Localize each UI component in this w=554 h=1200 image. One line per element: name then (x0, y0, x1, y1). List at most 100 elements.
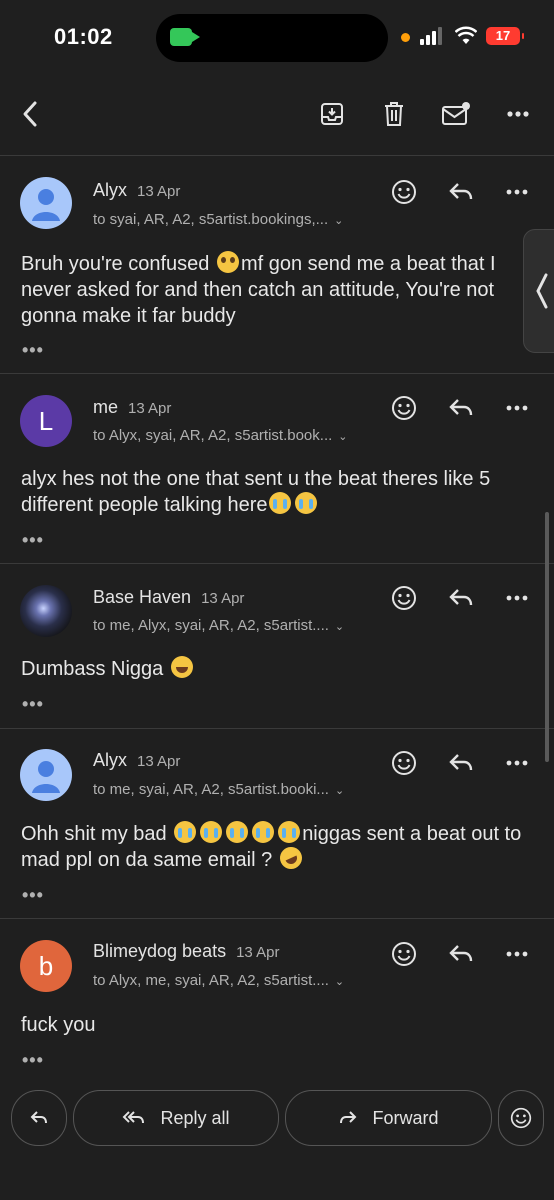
show-quoted-text-button[interactable]: ••• (22, 530, 44, 551)
mark-unread-button[interactable] (436, 94, 476, 134)
cry-emoji-icon (174, 821, 197, 843)
sender-name: Alyx (93, 750, 128, 770)
rofl-emoji-icon (276, 843, 306, 873)
status-time: 01:02 (54, 24, 113, 49)
avatar[interactable]: b (20, 940, 72, 992)
reply-all-button[interactable]: Reply all (73, 1090, 279, 1146)
recipients-toggle[interactable]: to Alyx, me, syai, AR, A2, s5artist.... ⌄ (93, 972, 344, 989)
recipients-text: to me, syai, AR, A2, s5artist.booki... (93, 781, 329, 798)
avatar[interactable] (20, 177, 72, 229)
reply-icon (449, 589, 473, 606)
reply-button[interactable] (444, 581, 478, 615)
recipients-toggle[interactable]: to syai, AR, A2, s5artist.bookings,... ⌄ (93, 211, 343, 228)
battery-indicator: 17 (486, 27, 524, 45)
email-message[interactable]: Alyx 13 Apr to syai, AR, A2, s5artist.boo… (0, 156, 554, 374)
delete-button[interactable] (374, 94, 414, 134)
back-button[interactable] (10, 94, 50, 134)
emoji-react-icon (392, 180, 416, 204)
chevron-down-icon: ⌄ (338, 431, 348, 443)
react-button[interactable] (387, 937, 421, 971)
cry-emoji-icon (200, 821, 223, 843)
message-more-button[interactable] (500, 746, 534, 780)
person-icon (32, 189, 60, 221)
email-message[interactable]: Base Haven 13 Apr to me, Alyx, syai, AR, … (0, 564, 554, 729)
message-more-button[interactable] (500, 175, 534, 209)
message-more-button[interactable] (500, 581, 534, 615)
chevron-down-icon: ⌄ (334, 976, 345, 988)
reply-button[interactable] (444, 175, 478, 209)
reply-button[interactable] (444, 937, 478, 971)
show-quoted-text-button[interactable]: ••• (22, 340, 44, 361)
archive-button[interactable] (312, 94, 352, 134)
chevron-down-icon: ⌄ (334, 621, 345, 633)
cellular-signal-icon (420, 27, 446, 45)
forward-button[interactable]: Forward (285, 1090, 492, 1146)
body-text-segment: Ohh shit my bad (21, 823, 173, 845)
more-horizontal-icon (506, 595, 528, 601)
recipients-text: to Alyx, syai, AR, A2, s5artist.book... (93, 427, 333, 444)
avatar[interactable] (20, 585, 72, 637)
sender-line: me 13 Apr (93, 397, 171, 418)
recipients-toggle[interactable]: to me, syai, AR, A2, s5artist.booki... ⌄ (93, 781, 344, 798)
message-more-button[interactable] (500, 391, 534, 425)
avatar[interactable]: L (20, 395, 72, 447)
sender-line: Blimeydog beats 13 Apr (93, 941, 279, 962)
emoji-react-icon (510, 1107, 532, 1129)
sender-line: Base Haven 13 Apr (93, 587, 244, 608)
email-message[interactable]: Alyx 13 Apr to me, syai, AR, A2, s5artist… (0, 729, 554, 919)
sender-name: me (93, 397, 119, 417)
chevron-left-icon (536, 273, 548, 309)
body-text-segment: Bruh you're confused (21, 253, 215, 275)
message-body: Dumbass Nigga (21, 656, 531, 682)
wifi-icon (455, 26, 477, 44)
recipients-text: to me, Alyx, syai, AR, A2, s5artist.... (93, 617, 329, 634)
email-message[interactable]: b Blimeydog beats 13 Apr to Alyx, me, sya… (0, 919, 554, 1079)
email-message[interactable]: L me 13 Apr to Alyx, syai, AR, A2, s5arti… (0, 374, 554, 564)
react-button[interactable] (387, 581, 421, 615)
trash-icon (385, 102, 403, 126)
message-body: Bruh you're confused mf gon send me a be… (21, 251, 531, 329)
react-button[interactable] (387, 391, 421, 425)
status-bar: 01:02 17 (0, 0, 554, 80)
sender-name: Blimeydog beats (93, 941, 227, 961)
react-button[interactable] (387, 746, 421, 780)
emoji-react-icon (392, 586, 416, 610)
show-quoted-text-button[interactable]: ••• (22, 1050, 44, 1071)
recipients-text: to Alyx, me, syai, AR, A2, s5artist.... (93, 972, 329, 989)
forward-icon (340, 1111, 357, 1124)
cry-emoji-icon (278, 821, 301, 843)
mic-indicator-icon (401, 33, 410, 42)
scrollbar[interactable] (545, 512, 549, 762)
more-horizontal-icon (507, 111, 529, 117)
avatar[interactable] (20, 749, 72, 801)
show-quoted-text-button[interactable]: ••• (22, 885, 44, 906)
show-quoted-text-button[interactable]: ••• (22, 694, 44, 715)
recipients-toggle[interactable]: to me, Alyx, syai, AR, A2, s5artist.... ⌄ (93, 617, 344, 634)
reply-icon (30, 1111, 47, 1124)
chevron-down-icon: ⌄ (334, 785, 345, 797)
dynamic-island (156, 14, 388, 62)
message-date: 13 Apr (201, 590, 245, 607)
person-icon (32, 761, 60, 793)
reply-icon (449, 183, 473, 200)
recipients-toggle[interactable]: to Alyx, syai, AR, A2, s5artist.book... ⌄ (93, 427, 348, 444)
message-date: 13 Apr (137, 753, 181, 770)
more-horizontal-icon (506, 760, 528, 766)
react-button[interactable] (387, 175, 421, 209)
more-options-button[interactable] (498, 94, 538, 134)
archive-icon (321, 103, 343, 125)
reply-button[interactable] (444, 391, 478, 425)
reply-button-bottom[interactable] (11, 1090, 67, 1146)
sender-name: Alyx (93, 180, 128, 200)
cry-emoji-icon (269, 492, 292, 514)
chevron-down-icon: ⌄ (334, 215, 344, 227)
recipients-text: to syai, AR, A2, s5artist.bookings,... (93, 211, 329, 228)
more-horizontal-icon (506, 951, 528, 957)
reply-all-icon (123, 1111, 145, 1124)
reply-button[interactable] (444, 746, 478, 780)
body-text-segment: fuck you (21, 1014, 96, 1036)
react-button-bottom[interactable] (498, 1090, 544, 1146)
message-more-button[interactable] (500, 937, 534, 971)
message-date: 13 Apr (236, 944, 280, 961)
side-panel-handle[interactable] (523, 229, 554, 353)
